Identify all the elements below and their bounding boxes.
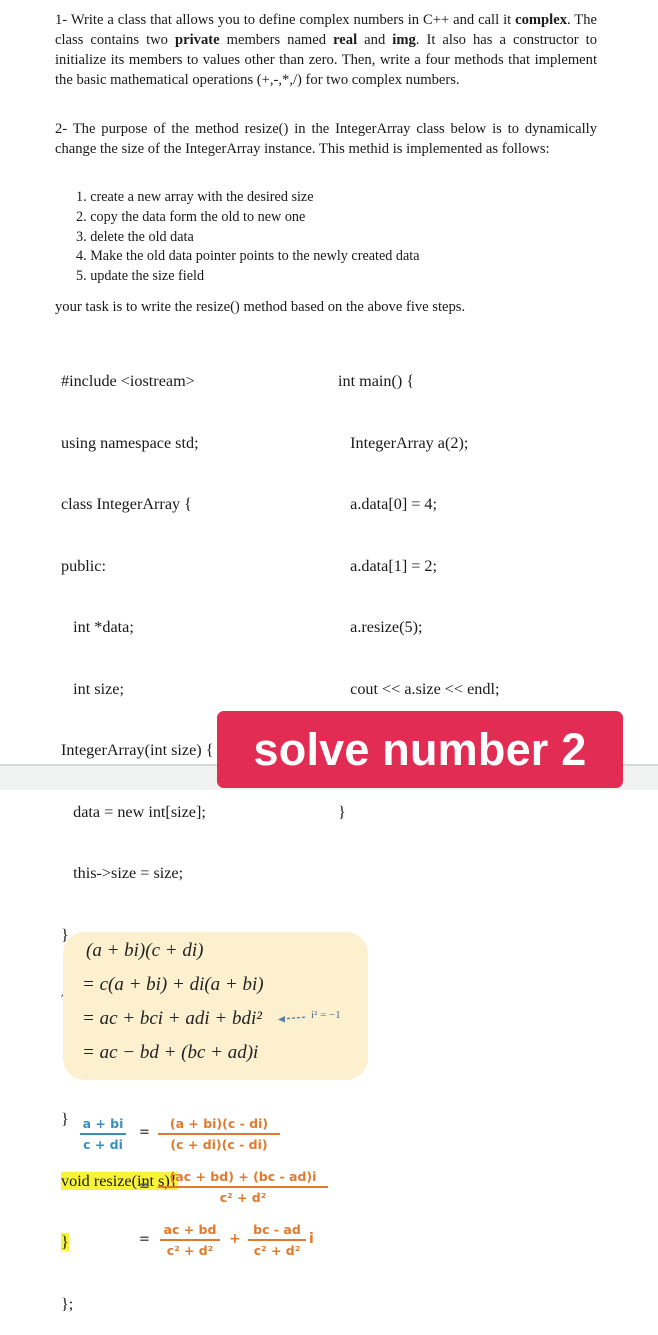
plus-sign: + xyxy=(229,1231,241,1247)
code-line: IntegerArray(int size) { xyxy=(61,741,214,759)
code-line: int size; xyxy=(61,679,124,698)
step3-real-numerator: ac + bd xyxy=(163,1222,217,1237)
arrow-left-icon xyxy=(278,1016,308,1023)
step3-imag-numerator: bc - ad xyxy=(253,1222,301,1237)
code-line: public: xyxy=(61,556,106,575)
solve-number-badge: solve number 2 xyxy=(217,711,623,788)
step3-real-denominator: c² + d² xyxy=(166,1242,214,1258)
task-text: your task is to write the resize() metho… xyxy=(55,299,466,315)
bold-term: img xyxy=(392,32,416,48)
code-line: class IntegerArray { xyxy=(61,495,192,513)
step-item: 1. create a new array with the desired s… xyxy=(76,189,314,205)
question-1: 1- Write a class that allows you to defi… xyxy=(55,10,597,90)
step-item: 5. update the size field xyxy=(76,268,205,285)
fraction-bar xyxy=(80,1133,126,1135)
fraction-bar xyxy=(158,1186,328,1188)
code-line: } xyxy=(338,802,346,821)
fraction-bar xyxy=(160,1239,220,1241)
multiplication-line: = ac − bd + (bc + ad)i xyxy=(82,1042,259,1063)
question-1-number: 1- xyxy=(55,12,68,28)
lhs-fraction: a + bi c + di xyxy=(80,1116,126,1152)
multiplication-line: (a + bi)(c + di) xyxy=(86,940,204,961)
step3-imag-fraction: bc - ad c² + d² xyxy=(248,1222,306,1258)
code-line: int *data; xyxy=(61,618,134,636)
code-line: }; xyxy=(61,1294,74,1313)
code-line: using namespace std; xyxy=(61,433,199,452)
step-item: 4. Make the old data pointer points to t… xyxy=(76,248,420,265)
code-line: a.data[1] = 2; xyxy=(338,556,438,575)
step1-numerator: (a + bi)(c - di) xyxy=(169,1116,269,1131)
code-line: cout << a.size << endl; xyxy=(338,679,500,698)
code-line: this->size = size; xyxy=(61,864,184,882)
equals-sign: = xyxy=(139,1232,150,1247)
text-run: Write a class that allows you to define … xyxy=(67,12,516,28)
code-line: IntegerArray a(2); xyxy=(338,433,469,452)
badge-label: solve number 2 xyxy=(253,723,587,775)
step1-denominator: (c + di)(c - di) xyxy=(170,1136,268,1152)
lhs-numerator: a + bi xyxy=(82,1116,124,1131)
text-run: and xyxy=(357,32,393,48)
highlighted-resize-close: } xyxy=(61,1233,69,1251)
text-run: members named xyxy=(219,32,334,48)
code-line: data = new int[size]; xyxy=(61,802,206,821)
step-item: 3. delete the old data xyxy=(76,228,194,245)
multiplication-line: = ac + bci + adi + bdi² xyxy=(82,1008,262,1029)
fraction-bar xyxy=(248,1239,306,1241)
equals-sign: = xyxy=(139,1125,150,1140)
lhs-denominator: c + di xyxy=(83,1136,123,1152)
bold-term: complex xyxy=(515,12,567,28)
question-2-intro: 2- The purpose of the method resize() in… xyxy=(55,121,597,157)
equals-sign: = xyxy=(139,1179,150,1194)
step-item: 2. copy the data form the old to new one xyxy=(76,208,306,225)
question-1-text: Write a class that allows you to define … xyxy=(55,12,597,88)
question-2-steps: 1. create a new array with the desired s… xyxy=(76,188,420,287)
step2-fraction: (ac + bd) + (bc - ad)i c² + d² xyxy=(158,1169,328,1205)
code-line: a.data[0] = 4; xyxy=(338,495,438,513)
code-line: int main() { xyxy=(338,372,415,390)
code-line: #include <iostream> xyxy=(61,372,195,390)
bold-term: real xyxy=(333,32,358,48)
step1-fraction: (a + bi)(c - di) (c + di)(c - di) xyxy=(158,1116,280,1152)
multiplication-line: = c(a + bi) + di(a + bi) xyxy=(82,974,264,995)
code-line: a.resize(5); xyxy=(338,618,423,636)
i-squared-note: i² = −1 xyxy=(311,1009,341,1021)
step3-real-fraction: ac + bd c² + d² xyxy=(160,1222,220,1258)
imaginary-unit: i xyxy=(309,1231,314,1247)
step2-numerator: (ac + bd) + (bc - ad)i xyxy=(169,1169,317,1184)
fraction-bar xyxy=(158,1133,280,1135)
bold-term: private xyxy=(175,32,220,48)
step3-imag-denominator: c² + d² xyxy=(253,1242,301,1258)
step2-denominator: c² + d² xyxy=(219,1189,267,1205)
